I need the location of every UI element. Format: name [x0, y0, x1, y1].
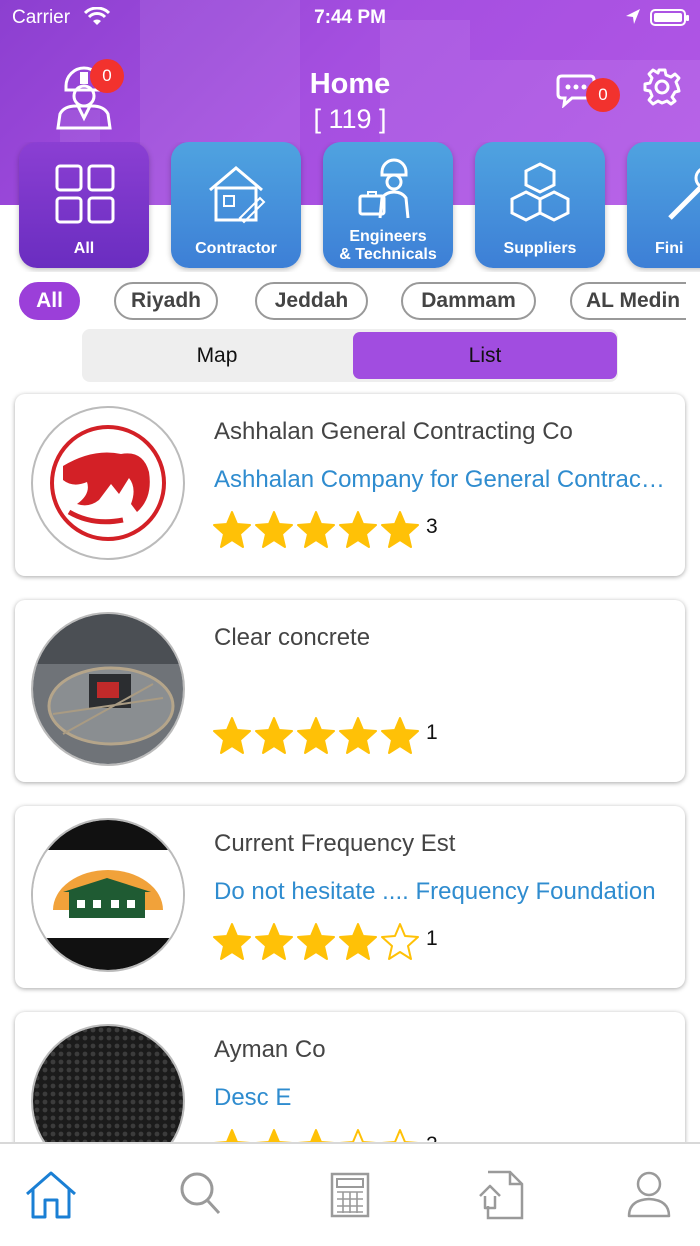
profile-icon[interactable]: [626, 1170, 672, 1218]
company-logo: [31, 818, 185, 972]
listing-description[interactable]: Ashhalan Company for General Contracting: [214, 466, 669, 494]
city-chip-riyadh[interactable]: Riyadh: [114, 282, 218, 320]
chat-badge: 0: [586, 78, 620, 112]
star-filled-icon: [213, 717, 251, 754]
listing-description[interactable]: Desc E: [214, 1084, 669, 1112]
category-finishing[interactable]: Fini: [627, 142, 700, 268]
category-suppliers[interactable]: Suppliers: [475, 142, 605, 268]
listing-card[interactable]: Clear concrete 1: [15, 600, 685, 782]
search-icon[interactable]: [178, 1170, 222, 1216]
home-icon[interactable]: [24, 1170, 78, 1220]
review-count: 1: [426, 927, 438, 950]
listing-name: Ashhalan General Contracting Co: [214, 418, 573, 445]
category-label: Engineers & Technicals: [339, 228, 437, 263]
city-chip-dammam[interactable]: Dammam: [401, 282, 536, 320]
review-count: 1: [426, 721, 438, 744]
boxes-icon: [510, 162, 570, 222]
city-chip-all[interactable]: All: [19, 282, 80, 320]
tab-bar: [0, 1142, 700, 1246]
map-tab[interactable]: Map: [85, 332, 349, 379]
rating-stars: [212, 716, 422, 760]
battery-icon: [650, 9, 689, 26]
house-plan-icon: [209, 166, 266, 224]
category-all[interactable]: All: [19, 142, 149, 268]
listing-name: Ayman Co: [214, 1036, 326, 1063]
upload-file-icon[interactable]: [476, 1170, 524, 1220]
listing-name: Current Frequency Est: [214, 830, 456, 857]
view-toggle[interactable]: Map List: [82, 329, 618, 382]
star-filled-icon: [297, 923, 335, 960]
star-filled-icon: [255, 511, 293, 548]
listing-description[interactable]: Do not hesitate .... Frequency Foundatio…: [214, 878, 669, 906]
gear-icon[interactable]: [642, 67, 682, 107]
grid-icon: [55, 164, 115, 224]
company-logo: [31, 406, 185, 560]
city-chip-jeddah[interactable]: Jeddah: [255, 282, 368, 320]
category-label: All: [73, 240, 95, 257]
listing-card[interactable]: Ashhalan General Contracting Co Ashhalan…: [15, 394, 685, 576]
star-filled-icon: [339, 923, 377, 960]
city-filter[interactable]: All Riyadh Jeddah Dammam AL Medin: [0, 282, 686, 326]
category-label: Fini: [655, 240, 684, 257]
star-filled-icon: [255, 717, 293, 754]
category-carousel[interactable]: All Contractor Engineers & Technicals Su…: [0, 142, 700, 272]
star-filled-icon: [213, 923, 251, 960]
category-label: Suppliers: [503, 240, 577, 257]
calculator-icon[interactable]: [330, 1172, 370, 1218]
engineer-icon: [358, 158, 410, 219]
clock: 7:44 PM: [314, 7, 386, 28]
tools-icon: [668, 168, 700, 220]
rating-stars: [212, 510, 422, 554]
category-contractor[interactable]: Contractor: [171, 142, 301, 268]
star-filled-icon: [255, 923, 293, 960]
star-filled-icon: [339, 511, 377, 548]
star-empty-icon: [381, 923, 419, 960]
star-filled-icon: [297, 717, 335, 754]
star-filled-icon: [339, 717, 377, 754]
star-filled-icon: [381, 717, 419, 754]
review-count: 3: [426, 515, 438, 538]
category-label: Contractor: [195, 240, 277, 257]
city-chip-al-medina[interactable]: AL Medin: [570, 282, 686, 320]
star-filled-icon: [381, 511, 419, 548]
listing-name: Clear concrete: [214, 624, 371, 651]
category-engineers[interactable]: Engineers & Technicals: [323, 142, 453, 268]
star-filled-icon: [297, 511, 335, 548]
location-arrow-icon: [626, 9, 640, 24]
status-bar: Carrier 7:44 PM: [0, 0, 700, 36]
rating-stars: [212, 922, 422, 966]
company-logo: [31, 612, 185, 766]
listing-card[interactable]: Current Frequency Est Do not hesitate ..…: [15, 806, 685, 988]
list-tab[interactable]: List: [353, 332, 617, 379]
star-filled-icon: [213, 511, 251, 548]
